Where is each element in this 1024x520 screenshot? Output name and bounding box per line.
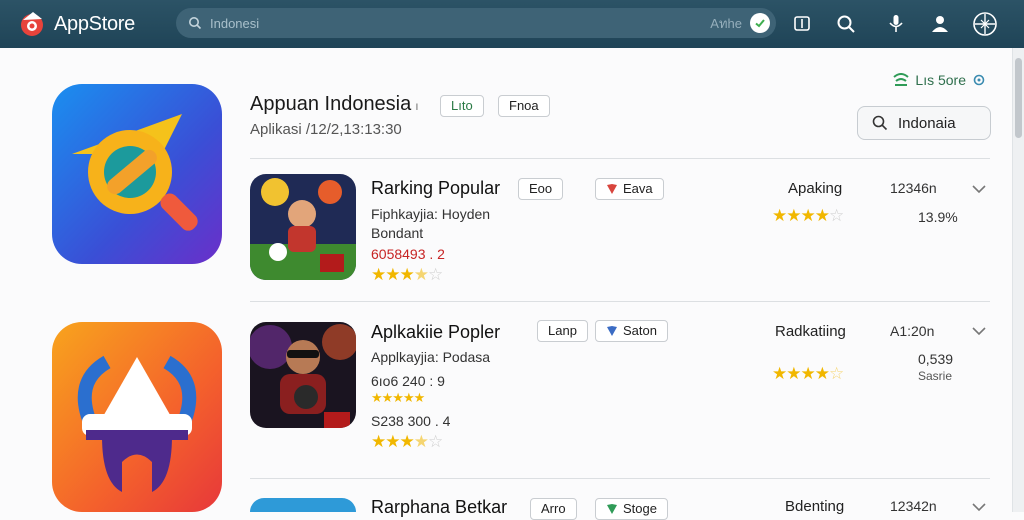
- app-1-rank-value: 12346n: [890, 180, 937, 196]
- app-1-rank-rating: ★★★★☆: [772, 206, 844, 225]
- app-2-rank-rating: ★★★★☆: [772, 364, 844, 383]
- chevron-down-icon[interactable]: [970, 180, 988, 198]
- tablet-button[interactable]: [788, 10, 816, 38]
- checkmark-icon: [755, 19, 765, 28]
- app-3-chip-1-label: Arro: [541, 501, 566, 516]
- app-1-developer: Bondant: [371, 225, 424, 241]
- app-2-downloads: 6ıo6 240 : 9: [371, 373, 445, 389]
- app-3-rank-label: Bdenting: [785, 498, 845, 515]
- app-title-3[interactable]: Rarphana Betkar: [371, 497, 507, 518]
- divider: [250, 158, 990, 159]
- app-2-price: S238 300 . 4: [371, 413, 451, 429]
- app-2-chip-2-label: Saton: [623, 323, 657, 338]
- check-shield-icon: [607, 504, 617, 514]
- app-2-category: Applkayjia: Podasa: [371, 349, 491, 365]
- app-1-chip-2[interactable]: Eava: [595, 178, 664, 200]
- app-icon-2[interactable]: [250, 322, 356, 428]
- section-title-text: Appuan Indonesia: [250, 93, 412, 115]
- top-bar: AppStore Aทhe: [0, 0, 1024, 48]
- settings-icon: [973, 74, 985, 86]
- search-icon: [872, 115, 888, 131]
- tablet-icon: [794, 16, 810, 31]
- app-icon-3[interactable]: [250, 498, 356, 512]
- globe-icon: [973, 12, 997, 36]
- search-hint-text: Aทhe: [710, 15, 742, 31]
- app-1-category: Fiphkayjia: Hoyden: [371, 206, 491, 222]
- app-3-chip-2[interactable]: Stoge: [595, 498, 668, 520]
- divider: [250, 478, 990, 479]
- section-subtitle: Aplikasi /12/2,13:13:30: [250, 121, 402, 138]
- app-icon-1[interactable]: [250, 174, 356, 280]
- featured-app-icon-2[interactable]: [52, 322, 222, 512]
- app-1-rank-label: Apaking: [788, 180, 843, 197]
- shield-icon: [607, 326, 617, 336]
- app-2-small-rating: ★★★★★: [371, 390, 425, 405]
- section-chip-1[interactable]: Lıto: [440, 95, 484, 117]
- app-3-chip-2-label: Stoge: [623, 501, 657, 516]
- hat-app-icon: [52, 322, 222, 512]
- app-1-price: 6058493 . 2: [371, 246, 445, 262]
- microphone-button[interactable]: [882, 10, 910, 38]
- app-1-chip-1[interactable]: Eoo: [518, 178, 564, 200]
- app-1-row-rating: ★★★★☆: [371, 265, 443, 284]
- chevron-down-icon[interactable]: [970, 498, 988, 516]
- search-input[interactable]: [210, 15, 650, 31]
- brand[interactable]: AppStore: [18, 9, 168, 39]
- shield-icon: [607, 184, 617, 194]
- search-icon: [189, 17, 202, 30]
- app-2-chip-2[interactable]: Saton: [595, 320, 668, 342]
- divider: [250, 301, 990, 302]
- live-store-link[interactable]: Lıs 5ore: [893, 72, 986, 88]
- app-1-chip-2-label: Eava: [623, 181, 653, 196]
- search-top-button[interactable]: [832, 10, 860, 38]
- app-title-2[interactable]: Aplkakiie Popler: [371, 322, 500, 343]
- app-2-rank-value: A1:20n: [890, 323, 935, 339]
- section-chip-2[interactable]: Fnoa: [498, 95, 550, 117]
- section-chip-2-label: Fnoa: [509, 98, 539, 113]
- featured-app-icon-1[interactable]: [52, 84, 222, 264]
- app-2-rank-note: Sasrie: [918, 369, 953, 383]
- app-3-chip-1[interactable]: Arro: [530, 498, 577, 520]
- section-chip-1-label: Lıto: [451, 98, 473, 113]
- app-2-row-rating: ★★★★☆: [371, 432, 443, 451]
- app-title-1[interactable]: Rarking Popular: [371, 178, 500, 199]
- microphone-icon: [889, 15, 903, 32]
- search-submit-button[interactable]: [750, 13, 770, 33]
- globe-button[interactable]: [971, 10, 999, 38]
- scrollbar-thumb[interactable]: [1015, 58, 1022, 138]
- app-1-chip-1-label: Eoo: [529, 181, 553, 196]
- app-2-chip-1[interactable]: Lanp: [537, 320, 588, 342]
- live-signal-icon: [893, 73, 910, 86]
- region-search-button[interactable]: Indonaia: [857, 106, 991, 140]
- app-store-logo-icon: [21, 12, 43, 36]
- music-player-icon: [250, 322, 356, 428]
- region-button-label: Indonaia: [898, 114, 956, 132]
- user-button[interactable]: [926, 10, 954, 38]
- search-icon: [837, 15, 855, 33]
- chevron-down-icon[interactable]: [970, 322, 988, 340]
- app-1-rank-change: 13.9%: [918, 209, 958, 225]
- app-2-rank-label: Radkatiing: [775, 323, 846, 340]
- app-2-chip-1-label: Lanp: [548, 323, 577, 338]
- app-2-rank-change: 0,539: [918, 351, 954, 367]
- user-icon: [932, 16, 948, 32]
- soccer-game-icon: [250, 174, 356, 280]
- section-title-mark: ı: [415, 99, 419, 113]
- search-bar[interactable]: Aทhe: [176, 8, 776, 38]
- section-title: Appuan Indonesia ı: [250, 93, 419, 116]
- magnifier-app-icon: [52, 84, 222, 264]
- live-store-label: Lıs 5ore: [915, 72, 966, 88]
- brand-name: AppStore: [54, 12, 135, 35]
